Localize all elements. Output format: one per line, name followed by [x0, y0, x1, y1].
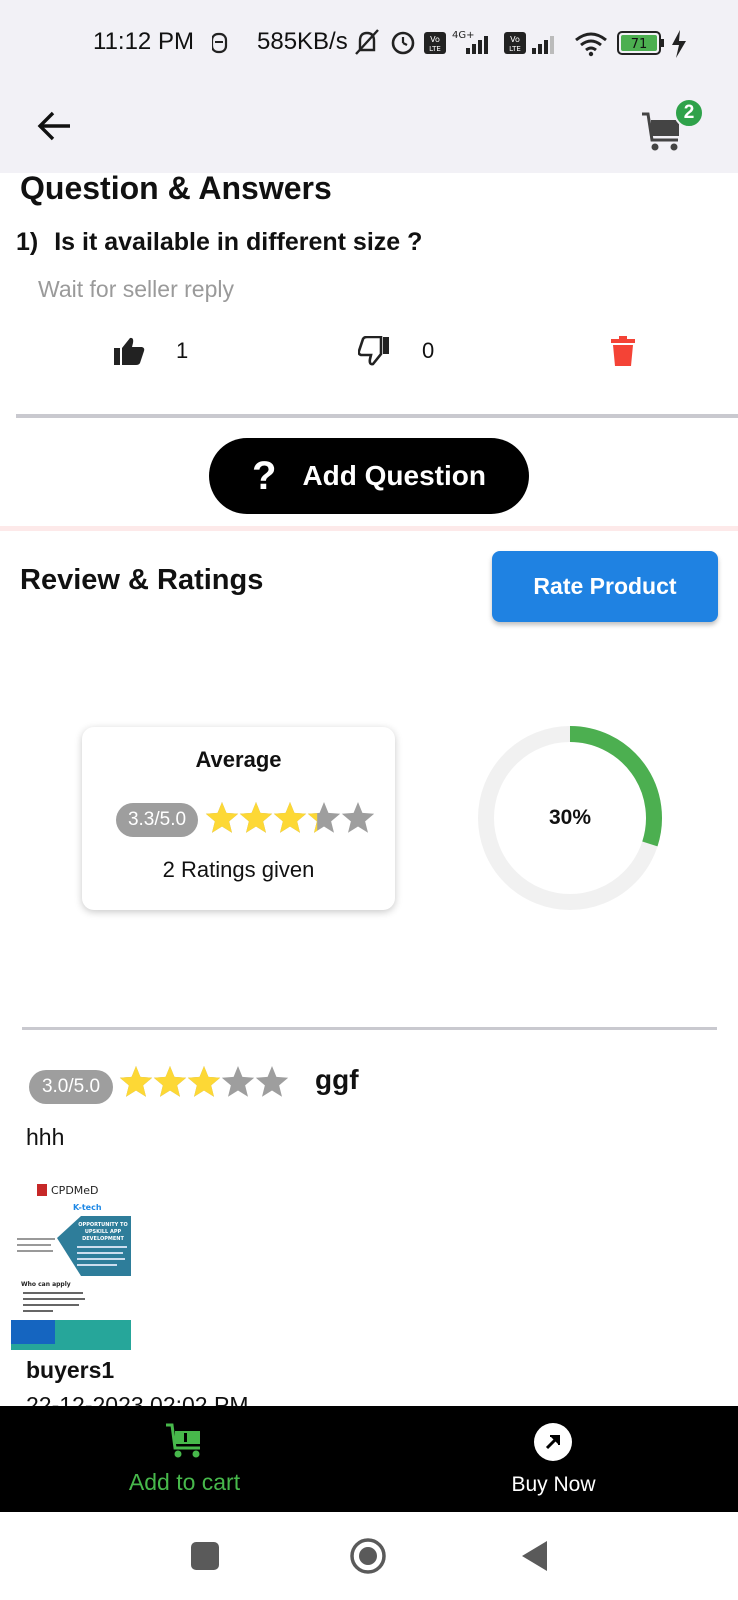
buy-now-label: Buy Now	[511, 1473, 596, 1496]
review-username: buyers1	[26, 1357, 115, 1383]
review-title: ggf	[315, 1064, 359, 1095]
average-star-5	[341, 802, 375, 833]
system-nav-bar	[0, 1512, 738, 1600]
section-divider	[0, 526, 738, 531]
review-stars	[119, 1066, 289, 1097]
ratings-given-count: 2 Ratings given	[162, 857, 315, 882]
signal-icon	[532, 36, 554, 54]
add-question-label: Add Question	[302, 460, 486, 491]
review-star-3	[187, 1066, 221, 1097]
question-text: Is it available in different size ?	[54, 228, 423, 256]
svg-text:DEVELOPMENT: DEVELOPMENT	[82, 1236, 124, 1242]
mute-icon	[355, 29, 379, 55]
average-score-badge: 3.3/5.0	[116, 803, 198, 837]
average-star-1	[205, 802, 239, 833]
average-title: Average	[195, 747, 282, 772]
bottom-action-bar: Add to cart Buy Now	[0, 1406, 738, 1512]
question-number: 1)	[16, 228, 39, 256]
review-score-badge: 3.0/5.0	[29, 1070, 113, 1104]
question-reply: Wait for seller reply	[38, 276, 234, 302]
back-button[interactable]	[30, 102, 78, 150]
app-bar: 2	[0, 80, 738, 173]
review-image-flyer: CPDMeD K-tech OPPORTUNITY TO UPSKILL APP…	[11, 1180, 131, 1350]
svg-text:Who can apply: Who can apply	[21, 1281, 71, 1288]
dislike-count: 0	[422, 338, 435, 363]
svg-text:CPDMeD: CPDMeD	[51, 1184, 99, 1197]
average-rating-card: Average 3.3/5.0 2 Ratings given	[82, 727, 395, 910]
status-bar: 11:12 PM 585KB/s Vo LTE 4G+ Vo LTE 71	[0, 0, 738, 80]
like-button[interactable]	[113, 336, 145, 371]
alarm-icon	[391, 31, 415, 55]
average-star-4	[307, 802, 341, 833]
review-star-5	[255, 1066, 289, 1097]
reviews-section-title: Review & Ratings	[20, 564, 264, 596]
cart-icon	[166, 1423, 200, 1458]
average-star-2	[239, 802, 273, 833]
battery-icon: 71	[617, 31, 664, 55]
notification-icon	[212, 32, 228, 54]
arrow-up-right-icon	[534, 1423, 572, 1461]
rating-percent-label: 30%	[548, 806, 592, 829]
dislike-button[interactable]	[357, 335, 390, 371]
question-mark-icon: ?	[252, 453, 277, 498]
svg-text:Vo: Vo	[510, 35, 520, 44]
volte-icon: Vo LTE	[424, 32, 446, 54]
add-question-button[interactable]: ? Add Question	[209, 438, 529, 514]
svg-text:OPPORTUNITY TO: OPPORTUNITY TO	[78, 1222, 127, 1228]
average-stars	[205, 802, 375, 833]
signal-4g-icon: 4G+	[452, 30, 488, 54]
recents-button[interactable]	[191, 1542, 219, 1570]
svg-text:LTE: LTE	[429, 45, 441, 53]
volte-icon: Vo LTE	[504, 32, 526, 54]
svg-text:4G+: 4G+	[452, 30, 475, 41]
nav-back-button[interactable]	[519, 1539, 549, 1573]
like-count: 1	[176, 338, 189, 363]
trash-icon	[611, 336, 635, 366]
thumbs-down-icon	[357, 335, 389, 366]
wifi-icon	[575, 32, 607, 57]
delete-question-button[interactable]	[611, 336, 635, 371]
arrow-left-icon	[37, 111, 70, 141]
average-star-3	[273, 802, 307, 833]
review-star-2	[153, 1066, 187, 1097]
qa-section-title: Question & Answers	[20, 170, 332, 206]
cart-count-badge: 2	[674, 98, 704, 128]
status-icons: Vo LTE 4G+ Vo LTE 71	[212, 29, 686, 58]
add-to-cart-button[interactable]: Add to cart	[0, 1406, 369, 1512]
review-image[interactable]: CPDMeD K-tech OPPORTUNITY TO UPSKILL APP…	[11, 1180, 131, 1350]
rate-product-button[interactable]: Rate Product	[492, 551, 718, 622]
review-text: hhh	[26, 1124, 65, 1150]
divider	[22, 1027, 717, 1030]
home-button[interactable]	[349, 1537, 387, 1575]
svg-text:UPSKILL APP: UPSKILL APP	[85, 1229, 122, 1235]
charging-icon	[672, 30, 686, 58]
status-time: 11:12 PM	[93, 28, 194, 55]
svg-text:K-tech: K-tech	[73, 1203, 102, 1212]
add-to-cart-label: Add to cart	[128, 1469, 241, 1495]
review-star-4	[221, 1066, 255, 1097]
buy-now-button[interactable]: Buy Now	[369, 1406, 738, 1512]
svg-text:LTE: LTE	[509, 45, 521, 53]
thumbs-up-icon	[114, 337, 145, 365]
svg-text:Vo: Vo	[430, 35, 440, 44]
divider	[16, 414, 738, 418]
question-item: 1) Is it available in different size ?	[16, 228, 422, 257]
battery-level: 71	[631, 37, 648, 52]
review-star-1	[119, 1066, 153, 1097]
cart-button[interactable]: 2	[640, 98, 710, 158]
